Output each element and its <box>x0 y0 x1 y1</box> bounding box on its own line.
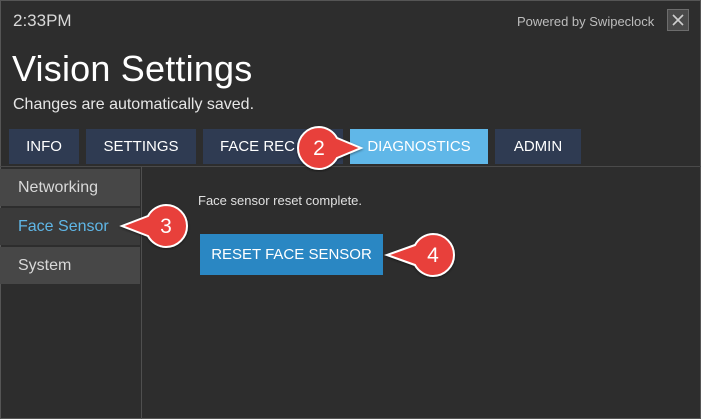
powered-by-label: Powered by Swipeclock <box>517 14 655 29</box>
callout-step-4-label: 4 <box>427 244 439 267</box>
page-title: Vision Settings <box>12 48 253 89</box>
tab-settings[interactable]: SETTINGS <box>86 129 196 164</box>
tab-diagnostics[interactable]: DIAGNOSTICS <box>350 129 488 164</box>
tab-admin[interactable]: ADMIN <box>495 129 581 164</box>
callout-step-2: 2 <box>292 124 366 177</box>
callout-step-2-label: 2 <box>313 137 325 160</box>
tab-info[interactable]: INFO <box>9 129 79 164</box>
status-message: Face sensor reset complete. <box>198 193 363 208</box>
close-icon <box>672 14 684 26</box>
callout-step-4: 4 <box>381 231 461 284</box>
callout-step-3-label: 3 <box>160 215 172 238</box>
sidebar-item-networking[interactable]: Networking <box>0 169 140 206</box>
page-subtitle: Changes are automatically saved. <box>13 96 255 113</box>
callout-step-3: 3 <box>117 202 193 255</box>
clock-time: 2:33PM <box>13 11 72 30</box>
close-button[interactable] <box>667 9 689 31</box>
reset-face-sensor-button[interactable]: RESET FACE SENSOR <box>200 234 383 275</box>
